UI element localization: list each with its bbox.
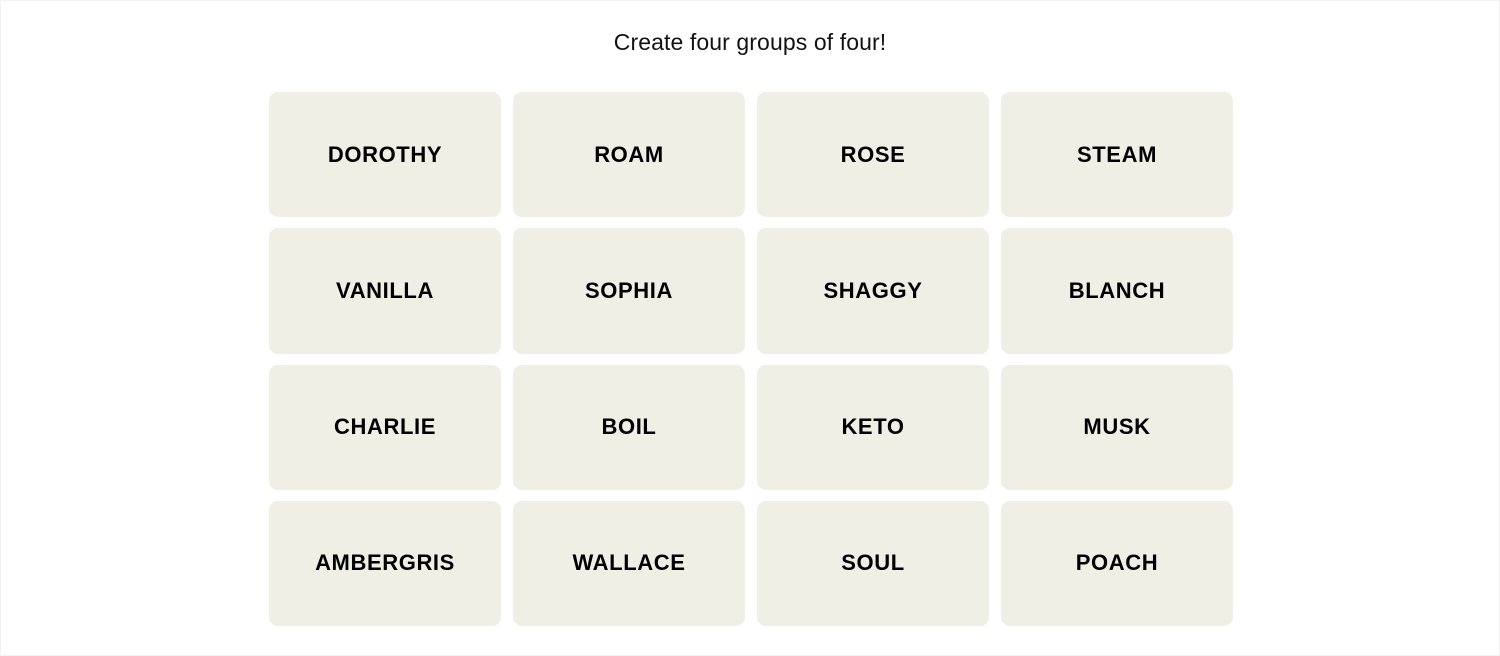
word-tile[interactable]: AMBERGRIS (269, 500, 501, 626)
word-tile[interactable]: BOIL (513, 364, 745, 490)
word-tile-label: BLANCH (1068, 277, 1166, 303)
word-tile-label: MUSK (1083, 414, 1151, 440)
word-tile-label: WALLACE (572, 550, 686, 576)
word-tile[interactable]: SOPHIA (513, 228, 745, 354)
word-tile-label: BOIL (601, 414, 657, 440)
word-tile[interactable]: MUSK (1001, 364, 1233, 490)
word-tile[interactable]: SOUL (757, 500, 989, 626)
word-tile-label: POACH (1075, 550, 1159, 576)
word-tile-label: SHAGGY (823, 277, 923, 303)
word-tile-label: VANILLA (336, 277, 434, 303)
word-tile[interactable]: BLANCH (1001, 228, 1233, 354)
page-title: Create four groups of four! (613, 29, 887, 55)
word-tile[interactable]: KETO (757, 364, 989, 490)
word-tile[interactable]: CHARLIE (269, 364, 501, 490)
word-tile[interactable]: SHAGGY (757, 228, 989, 354)
word-tile[interactable]: ROSE (757, 92, 989, 218)
word-tile[interactable]: DOROTHY (269, 92, 501, 218)
word-tile-label: AMBERGRIS (315, 550, 455, 576)
word-tile[interactable]: POACH (1001, 500, 1233, 626)
word-grid: DOROTHY ROAM ROSE STEAM VANILLA SOPHIA S… (269, 92, 1233, 626)
word-tile-label: ROAM (594, 141, 664, 167)
word-tile-label: KETO (841, 414, 905, 440)
word-tile-label: SOUL (841, 550, 905, 576)
word-tile[interactable]: VANILLA (269, 228, 501, 354)
word-tile-label: CHARLIE (334, 414, 436, 440)
word-tile-label: STEAM (1077, 141, 1157, 167)
word-tile-label: SOPHIA (585, 277, 673, 303)
word-tile[interactable]: STEAM (1001, 92, 1233, 218)
word-tile-label: ROSE (840, 141, 906, 167)
word-tile[interactable]: ROAM (513, 92, 745, 218)
word-tile[interactable]: WALLACE (513, 500, 745, 626)
puzzle-page: Create four groups of four! DOROTHY ROAM… (1, 1, 1499, 655)
word-tile-label: DOROTHY (327, 141, 443, 167)
